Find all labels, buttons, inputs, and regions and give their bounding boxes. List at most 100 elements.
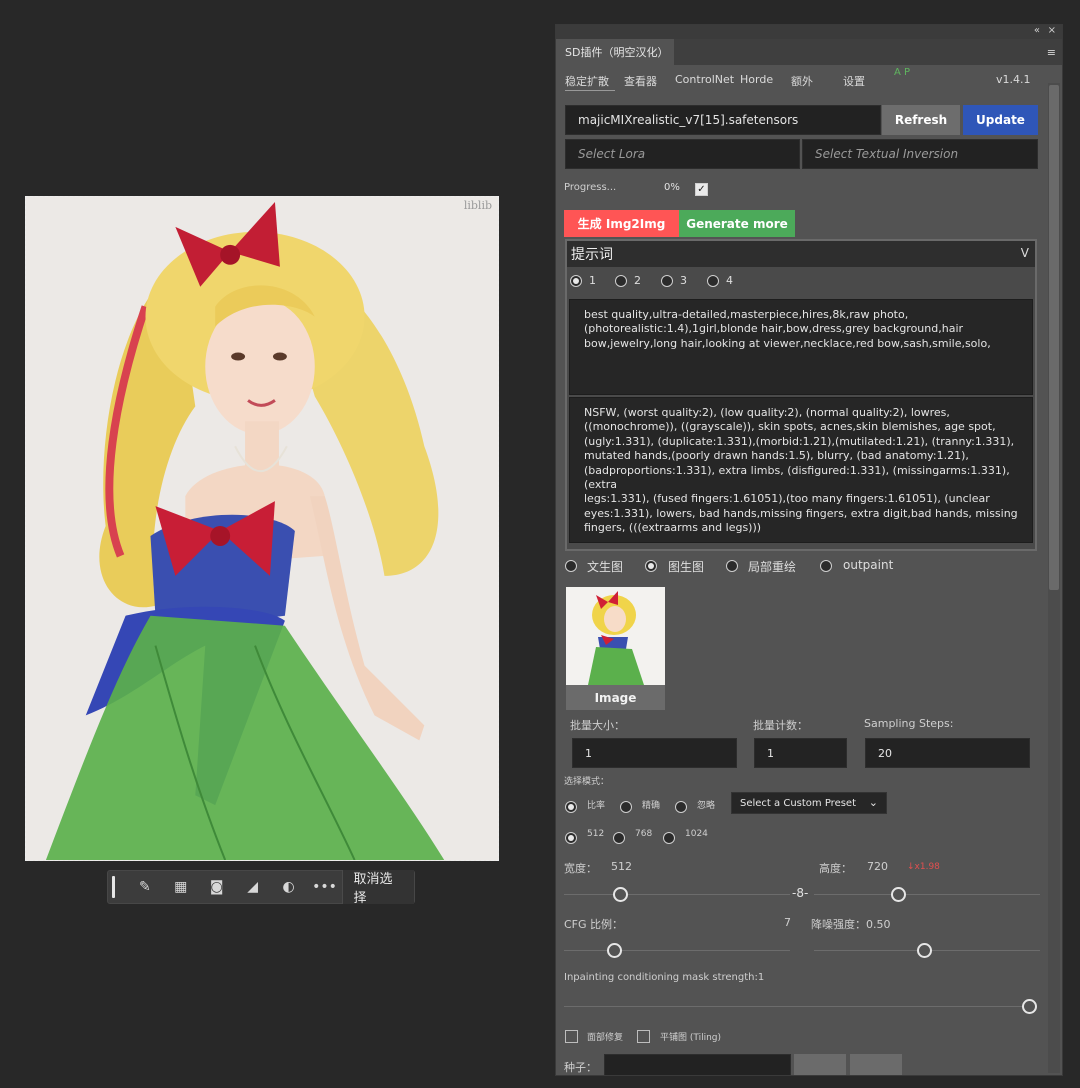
mode-outpaint-radio[interactable] xyxy=(820,560,832,572)
precise-label: 精确 xyxy=(642,801,661,811)
init-image-thumbnail[interactable] xyxy=(566,587,665,685)
checker-icon[interactable]: ▦ xyxy=(163,870,199,904)
mask-strength-track[interactable] xyxy=(564,1006,1036,1007)
cfg-value: 7 xyxy=(784,916,791,929)
plugin-tabs: 稳定扩散 查看器 ControlNet Horde 额外 设置 A P v1.4… xyxy=(556,67,1048,93)
tab-stable-diffusion[interactable]: 稳定扩散 xyxy=(565,73,609,89)
negative-prompt-textarea[interactable]: NSFW, (worst quality:2), (low quality:2)… xyxy=(569,397,1033,543)
tab-viewer[interactable]: 查看器 xyxy=(624,73,657,89)
mask-icon[interactable]: ◙ xyxy=(199,870,235,904)
active-tab-underline xyxy=(565,90,615,91)
prompt-slot-1-radio[interactable] xyxy=(570,275,582,287)
width-slider-track[interactable] xyxy=(564,894,790,895)
sampling-steps-label: Sampling Steps: xyxy=(864,717,954,730)
watermark-text: liblib xyxy=(463,199,492,212)
prompt-section: 提示词 V 1 2 3 4 best quality,ultra-detaile… xyxy=(565,239,1037,551)
res-1024-radio[interactable] xyxy=(663,832,675,844)
generate-img2img-button[interactable]: 生成 Img2Img xyxy=(564,210,679,237)
prompt-header[interactable]: 提示词 V xyxy=(567,241,1035,267)
positive-prompt-textarea[interactable]: best quality,ultra-detailed,masterpiece,… xyxy=(569,299,1033,395)
progress-value: 0% xyxy=(664,182,680,193)
prompt-slot-3-label: 3 xyxy=(680,274,687,287)
scrollbar-thumb[interactable] xyxy=(1049,85,1059,590)
ratio-radio[interactable] xyxy=(565,801,577,813)
hamburger-icon[interactable]: ≡ xyxy=(1047,46,1056,59)
tab-controlnet[interactable]: ControlNet xyxy=(675,73,734,86)
prompt-slot-4-radio[interactable] xyxy=(707,275,719,287)
chevron-down-icon[interactable]: V xyxy=(1021,246,1029,260)
link-icon[interactable]: -8- xyxy=(792,886,808,900)
res-1024-label: 1024 xyxy=(685,829,708,839)
sd-plugin-panel: « × SD插件（明空汉化） ≡ 稳定扩散 查看器 ControlNet Hor… xyxy=(555,24,1063,1076)
more-icon[interactable]: ••• xyxy=(307,870,343,904)
contextual-task-bar: ✎ ▦ ◙ ◢ ◐ ••• 取消选择 xyxy=(107,870,415,906)
model-select[interactable]: majicMIXrealistic_v7[15].safetensors xyxy=(565,105,881,135)
denoise-label: 降噪强度：0.50 xyxy=(811,918,891,931)
batch-count-label: 批量计数： xyxy=(753,719,808,732)
fill-icon[interactable]: ◢ xyxy=(235,870,271,904)
ignore-radio[interactable] xyxy=(675,801,687,813)
contrast-icon[interactable]: ◐ xyxy=(271,870,307,904)
batch-count-input[interactable]: 1 xyxy=(754,738,847,768)
seed-reuse-button[interactable] xyxy=(850,1054,902,1075)
prompt-slot-3-radio[interactable] xyxy=(661,275,673,287)
mode-img2img-radio[interactable] xyxy=(645,560,657,572)
tiling-checkbox[interactable] xyxy=(637,1030,650,1043)
face-fix-checkbox[interactable] xyxy=(565,1030,578,1043)
seed-random-button[interactable] xyxy=(794,1054,846,1075)
progress-checkbox[interactable]: ✓ xyxy=(695,183,708,196)
custom-preset-select[interactable]: Select a Custom Preset ⌄ xyxy=(731,792,887,814)
mode-outpaint-label: outpaint xyxy=(843,558,894,572)
sampling-steps-input[interactable]: 20 xyxy=(865,738,1030,768)
res-768-radio[interactable] xyxy=(613,832,625,844)
height-label: 高度： xyxy=(819,862,852,875)
batch-size-input[interactable]: 1 xyxy=(572,738,737,768)
res-768-label: 768 xyxy=(635,829,653,839)
face-fix-label: 面部修复 xyxy=(587,1033,624,1043)
brush-icon[interactable]: ✎ xyxy=(127,870,163,904)
width-label: 宽度： xyxy=(564,862,597,875)
seed-label: 种子： xyxy=(564,1061,597,1074)
mask-strength-knob[interactable] xyxy=(1022,999,1037,1014)
tab-horde[interactable]: Horde xyxy=(740,73,773,86)
width-slider-knob[interactable] xyxy=(613,887,628,902)
prompt-slot-2-radio[interactable] xyxy=(615,275,627,287)
height-slider-knob[interactable] xyxy=(891,887,906,902)
seed-input[interactable] xyxy=(604,1054,791,1075)
panel-tab-row: SD插件（明空汉化） ≡ xyxy=(556,39,1062,65)
denoise-slider-knob[interactable] xyxy=(917,943,932,958)
width-value: 512 xyxy=(611,860,632,873)
mode-txt2img-label: 文生图 xyxy=(587,560,624,574)
select-mode-label: 选择模式： xyxy=(564,777,610,787)
image-button[interactable]: Image xyxy=(566,685,665,710)
tab-extras[interactable]: 额外 xyxy=(791,73,813,89)
collapse-icon[interactable]: « xyxy=(1034,25,1040,36)
cfg-slider-knob[interactable] xyxy=(607,943,622,958)
canvas-image[interactable]: liblib xyxy=(25,196,499,861)
lora-select[interactable]: Select Lora xyxy=(565,139,800,169)
precise-radio[interactable] xyxy=(620,801,632,813)
height-slider-track[interactable] xyxy=(814,894,1040,895)
progress-label: Progress... xyxy=(564,182,617,193)
drag-handle[interactable] xyxy=(112,876,115,898)
chevron-down-icon: ⌄ xyxy=(868,796,878,809)
ap-label: A P xyxy=(894,67,911,78)
prompt-slot-2-label: 2 xyxy=(634,274,641,287)
mode-inpaint-radio[interactable] xyxy=(726,560,738,572)
ignore-label: 忽略 xyxy=(697,801,716,811)
prompt-slot-1-label: 1 xyxy=(589,274,596,287)
refresh-button[interactable]: Refresh xyxy=(882,105,960,135)
textual-inversion-select[interactable]: Select Textual Inversion xyxy=(802,139,1038,169)
ratio-label: 比率 xyxy=(587,801,606,811)
deselect-button[interactable]: 取消选择 xyxy=(342,870,414,906)
mode-txt2img-radio[interactable] xyxy=(565,560,577,572)
tab-settings[interactable]: 设置 xyxy=(843,73,865,89)
res-512-radio[interactable] xyxy=(565,832,577,844)
mode-img2img-label: 图生图 xyxy=(668,560,705,574)
height-value: 720 xyxy=(867,860,888,873)
close-icon[interactable]: × xyxy=(1048,25,1056,36)
generate-more-button[interactable]: Generate more xyxy=(679,210,795,237)
panel-tab-sd-plugin[interactable]: SD插件（明空汉化） xyxy=(556,39,674,65)
update-button[interactable]: Update xyxy=(963,105,1038,135)
cfg-slider-track[interactable] xyxy=(564,950,790,951)
